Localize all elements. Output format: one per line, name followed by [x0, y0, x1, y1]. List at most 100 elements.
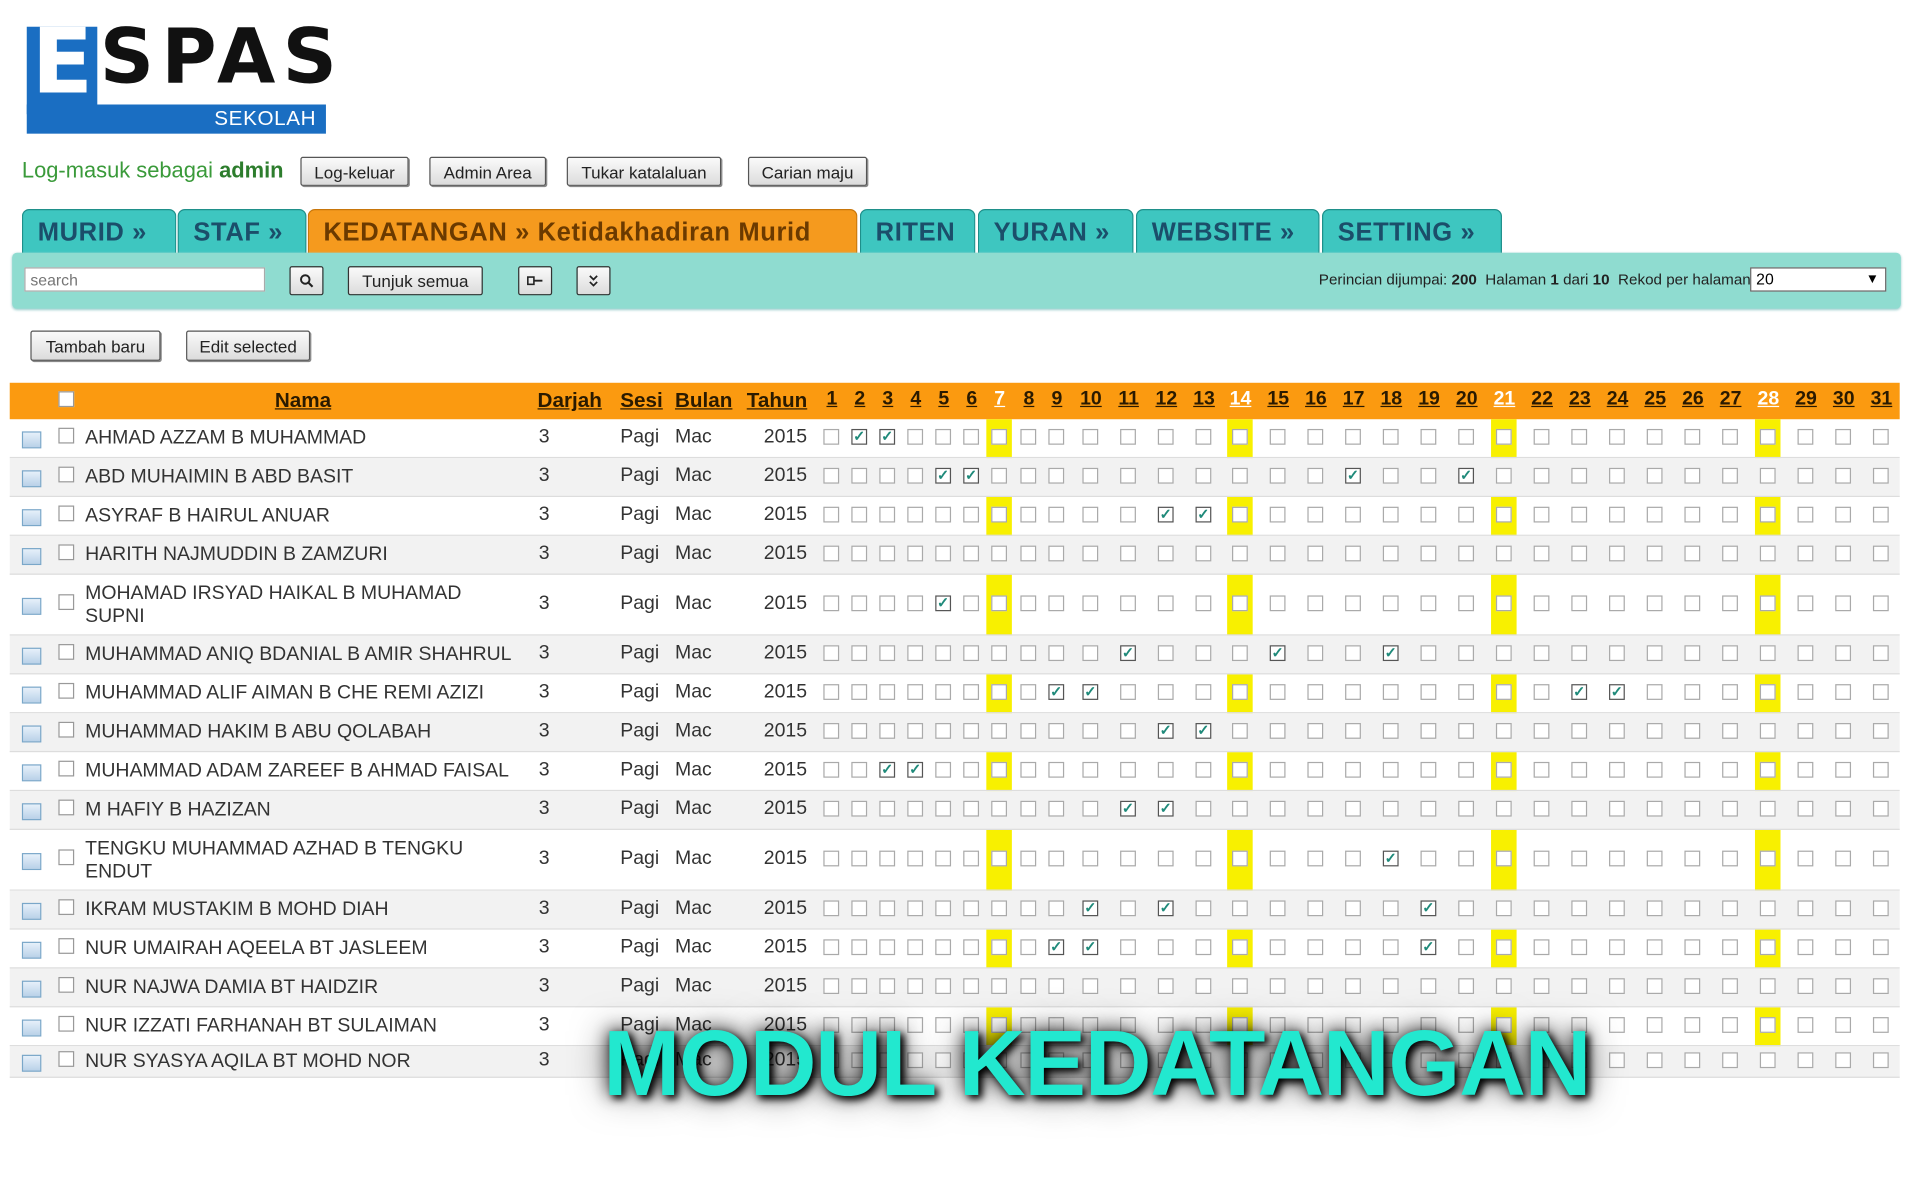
absence-checkbox[interactable]	[1345, 723, 1361, 739]
absence-checkbox[interactable]	[907, 684, 924, 700]
col-day[interactable]: 23	[1566, 389, 1593, 411]
row-select-checkbox[interactable]	[58, 505, 75, 522]
col-day[interactable]: 12	[1153, 389, 1180, 411]
absence-checkbox[interactable]	[1495, 939, 1512, 956]
absence-checkbox[interactable]	[1382, 723, 1399, 739]
absence-checkbox[interactable]	[1571, 428, 1588, 445]
absence-checkbox-checked[interactable]: ✓	[1195, 723, 1212, 739]
absence-checkbox[interactable]	[1759, 900, 1776, 917]
absence-checkbox[interactable]	[1269, 761, 1286, 778]
absence-checkbox[interactable]	[1684, 684, 1701, 700]
absence-checkbox[interactable]	[1759, 645, 1776, 662]
absence-checkbox[interactable]	[991, 800, 1008, 817]
absence-checkbox[interactable]	[1232, 800, 1248, 817]
absence-checkbox[interactable]	[1157, 939, 1174, 956]
absence-checkbox[interactable]	[1120, 545, 1136, 562]
absence-checkbox[interactable]	[851, 595, 868, 612]
absence-checkbox[interactable]	[1307, 467, 1324, 484]
absence-checkbox[interactable]	[879, 645, 896, 662]
absence-checkbox[interactable]	[1195, 595, 1212, 612]
edit-row-icon[interactable]	[21, 1019, 42, 1037]
absence-checkbox[interactable]	[1345, 850, 1361, 867]
absence-checkbox-checked[interactable]: ✓	[963, 467, 980, 484]
absence-checkbox[interactable]	[1345, 428, 1361, 445]
absence-checkbox[interactable]	[1382, 428, 1399, 445]
absence-checkbox[interactable]	[1797, 939, 1814, 956]
absence-checkbox[interactable]	[1458, 850, 1475, 867]
absence-checkbox[interactable]	[935, 506, 952, 523]
absence-checkbox[interactable]	[1722, 939, 1738, 956]
absence-checkbox[interactable]	[1646, 939, 1663, 956]
absence-checkbox[interactable]	[879, 684, 896, 700]
absence-checkbox[interactable]	[1458, 761, 1475, 778]
absence-checkbox[interactable]	[823, 428, 840, 445]
absence-checkbox[interactable]	[1797, 684, 1814, 700]
absence-checkbox-checked[interactable]: ✓	[879, 428, 896, 445]
absence-checkbox[interactable]	[1157, 467, 1174, 484]
absence-checkbox[interactable]	[851, 850, 868, 867]
absence-checkbox[interactable]	[823, 467, 840, 484]
absence-checkbox[interactable]	[823, 800, 840, 817]
absence-checkbox[interactable]	[1533, 850, 1550, 867]
absence-checkbox[interactable]	[1382, 800, 1399, 817]
absence-checkbox[interactable]	[823, 506, 840, 523]
change-password-button[interactable]: Tukar katalaluan	[566, 156, 722, 186]
absence-checkbox-checked[interactable]: ✓	[1571, 684, 1588, 700]
absence-checkbox[interactable]	[963, 684, 980, 700]
absence-checkbox[interactable]	[1722, 428, 1738, 445]
absence-checkbox[interactable]	[1420, 800, 1437, 817]
absence-checkbox[interactable]	[1609, 506, 1625, 523]
absence-checkbox[interactable]	[1269, 684, 1286, 700]
absence-checkbox[interactable]	[1646, 850, 1663, 867]
absence-checkbox[interactable]	[963, 900, 980, 917]
row-select-checkbox[interactable]	[58, 644, 75, 660]
absence-checkbox[interactable]	[1872, 595, 1889, 612]
edit-row-icon[interactable]	[21, 686, 42, 704]
absence-checkbox[interactable]	[1759, 978, 1776, 995]
absence-checkbox[interactable]	[1382, 900, 1399, 917]
absence-checkbox[interactable]	[1571, 467, 1588, 484]
absence-checkbox[interactable]	[851, 645, 868, 662]
absence-checkbox[interactable]	[823, 595, 840, 612]
absence-checkbox[interactable]	[1307, 545, 1324, 562]
absence-checkbox[interactable]	[1157, 978, 1174, 995]
absence-checkbox[interactable]	[1020, 850, 1037, 867]
absence-checkbox[interactable]	[1082, 723, 1099, 739]
col-day[interactable]: 29	[1793, 389, 1820, 411]
absence-checkbox[interactable]	[1609, 978, 1625, 995]
absence-checkbox[interactable]	[1646, 467, 1663, 484]
absence-checkbox[interactable]	[991, 428, 1008, 445]
absence-checkbox[interactable]	[1835, 723, 1852, 739]
absence-checkbox[interactable]	[1872, 1017, 1889, 1033]
absence-checkbox[interactable]	[1872, 506, 1889, 523]
absence-checkbox[interactable]	[1571, 723, 1588, 739]
absence-checkbox[interactable]	[1872, 939, 1889, 956]
absence-checkbox[interactable]	[1609, 1017, 1625, 1033]
row-select-checkbox[interactable]	[58, 899, 75, 916]
absence-checkbox[interactable]	[1684, 761, 1701, 778]
absence-checkbox[interactable]	[1195, 900, 1212, 917]
absence-checkbox-checked[interactable]: ✓	[1120, 800, 1136, 817]
absence-checkbox[interactable]	[1797, 723, 1814, 739]
absence-checkbox[interactable]	[1571, 900, 1588, 917]
absence-checkbox[interactable]	[1048, 900, 1065, 917]
absence-checkbox[interactable]	[963, 723, 980, 739]
absence-checkbox[interactable]	[1495, 978, 1512, 995]
absence-checkbox[interactable]	[1458, 595, 1475, 612]
absence-checkbox[interactable]	[879, 939, 896, 956]
edit-row-icon[interactable]	[21, 803, 42, 821]
absence-checkbox-checked[interactable]: ✓	[1157, 900, 1174, 917]
absence-checkbox[interactable]	[1495, 684, 1512, 700]
absence-checkbox[interactable]	[1797, 800, 1814, 817]
absence-checkbox[interactable]	[1835, 800, 1852, 817]
col-day[interactable]: 28	[1755, 389, 1782, 411]
absence-checkbox-checked[interactable]: ✓	[1082, 939, 1099, 956]
absence-checkbox[interactable]	[1020, 428, 1037, 445]
absence-checkbox[interactable]	[1120, 723, 1136, 739]
absence-checkbox[interactable]	[1797, 978, 1814, 995]
absence-checkbox-checked[interactable]: ✓	[935, 595, 952, 612]
absence-checkbox[interactable]	[1759, 595, 1776, 612]
col-day[interactable]: 9	[1043, 389, 1070, 411]
absence-checkbox[interactable]	[1307, 850, 1324, 867]
row-select-checkbox[interactable]	[58, 760, 75, 777]
